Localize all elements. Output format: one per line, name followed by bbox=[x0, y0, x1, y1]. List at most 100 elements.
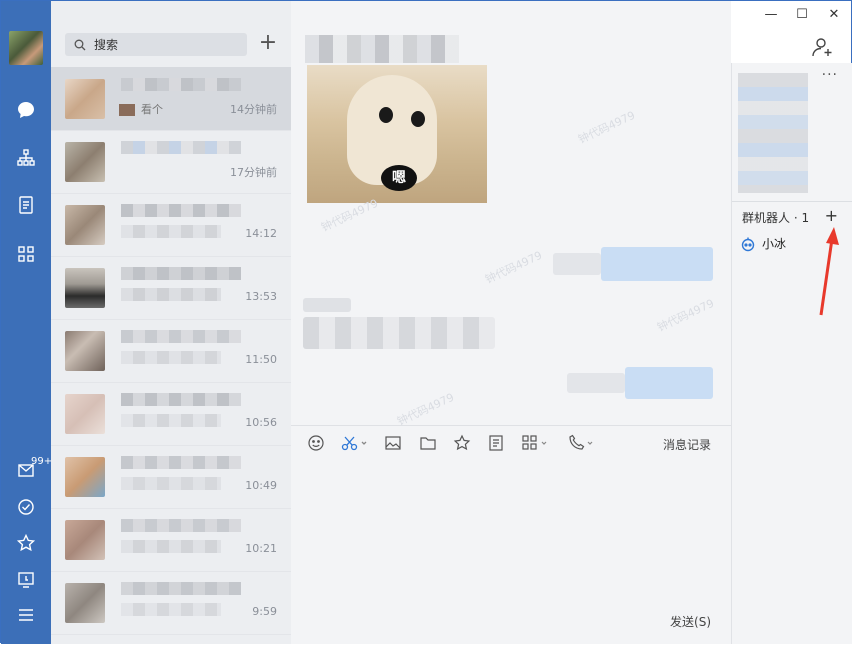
chat-preview-blurred bbox=[121, 288, 221, 301]
robot-name: 小冰 bbox=[762, 237, 787, 251]
chat-preview: 看个 bbox=[119, 101, 163, 117]
chat-list-item[interactable]: 17分钟前 bbox=[51, 130, 291, 194]
chat-name-blurred bbox=[121, 456, 241, 469]
chat-avatar bbox=[65, 457, 105, 497]
chat-name-blurred bbox=[121, 78, 241, 91]
meeting-screen-icon[interactable] bbox=[14, 568, 38, 592]
chat-avatar bbox=[65, 205, 105, 245]
chat-preview-blurred bbox=[121, 540, 221, 553]
chat-name-blurred bbox=[121, 330, 241, 343]
menu-icon[interactable] bbox=[14, 603, 38, 627]
add-robot-button[interactable]: + bbox=[825, 206, 838, 225]
chat-name-blurred bbox=[121, 267, 241, 280]
search-icon bbox=[74, 39, 86, 50]
chat-preview-blurred bbox=[121, 477, 221, 490]
chat-avatar bbox=[65, 331, 105, 371]
send-button[interactable]: 发送(S) bbox=[670, 613, 711, 630]
chat-main: 嗯 钟代码4979 钟代码4979 钟代码4979 钟代码4979 钟代码497… bbox=[291, 1, 731, 644]
annotation-arrow-icon bbox=[819, 227, 839, 316]
group-side-panel: ··· 群机器人 · 1 + 小冰 bbox=[731, 63, 852, 644]
chat-avatar bbox=[65, 79, 105, 119]
new-chat-button[interactable]: + bbox=[257, 32, 279, 55]
chat-time: 14分钟前 bbox=[230, 103, 277, 116]
chat-name-blurred bbox=[121, 141, 241, 154]
chat-time: 9:59 bbox=[252, 605, 277, 618]
chat-name-blurred bbox=[121, 519, 241, 532]
watermark: 钟代码4979 bbox=[483, 248, 545, 287]
chat-preview-blurred bbox=[121, 351, 221, 364]
maximize-button[interactable]: ☐ bbox=[792, 7, 812, 23]
chat-name-blurred bbox=[121, 393, 241, 406]
chat-time: 10:56 bbox=[245, 416, 277, 429]
search-placeholder: 搜索 bbox=[94, 38, 119, 52]
phone-call-icon[interactable] bbox=[567, 434, 599, 454]
add-member-icon[interactable] bbox=[811, 35, 835, 59]
dog-eye bbox=[379, 107, 393, 123]
favorite-star-icon[interactable] bbox=[453, 434, 473, 454]
chat-preview-blurred bbox=[121, 414, 221, 427]
chat-time: 11:50 bbox=[245, 353, 277, 366]
chat-preview-blurred bbox=[121, 225, 221, 238]
chat-list-item[interactable]: 11:50 bbox=[51, 319, 291, 383]
app-window: 99+ 搜索 + 看个 14分钟前 17分钟前 14:12 13:53 11:5… bbox=[0, 0, 852, 644]
dog-eye bbox=[411, 111, 425, 127]
mail-badge: 99+ bbox=[31, 456, 53, 467]
chat-time: 17分钟前 bbox=[230, 166, 277, 179]
messages-icon[interactable] bbox=[14, 98, 38, 122]
message-history-button[interactable]: 消息记录 bbox=[663, 436, 711, 453]
sent-message-bubble[interactable] bbox=[601, 247, 713, 281]
chat-avatar bbox=[65, 394, 105, 434]
search-input[interactable]: 搜索 bbox=[65, 33, 247, 56]
more-options-button[interactable]: ··· bbox=[822, 67, 838, 83]
image-caption: 嗯 bbox=[381, 165, 417, 191]
chat-list-item[interactable]: 13:53 bbox=[51, 256, 291, 320]
document-icon[interactable] bbox=[487, 434, 507, 454]
documents-icon[interactable] bbox=[14, 193, 38, 217]
chat-list-item[interactable]: 9:59 bbox=[51, 571, 291, 635]
image-message[interactable]: 嗯 bbox=[307, 65, 487, 203]
watermark: 钟代码4979 bbox=[655, 296, 717, 335]
favorites-star-icon[interactable] bbox=[14, 531, 38, 555]
chat-avatar bbox=[65, 583, 105, 623]
minimize-button[interactable]: — bbox=[761, 7, 781, 23]
chat-avatar bbox=[65, 520, 105, 560]
group-members-blurred bbox=[738, 73, 808, 193]
chat-avatar bbox=[65, 142, 105, 182]
conversation-list: 搜索 + 看个 14分钟前 17分钟前 14:12 13:53 11:50 10… bbox=[51, 1, 292, 644]
chat-list-item[interactable]: 10:56 bbox=[51, 382, 291, 446]
sender-name-blurred bbox=[303, 298, 351, 312]
chat-time: 10:21 bbox=[245, 542, 277, 555]
composer-toolbar: 消息记录 bbox=[291, 425, 731, 462]
image-icon[interactable] bbox=[384, 434, 404, 454]
chat-preview-blurred bbox=[121, 603, 221, 616]
close-button[interactable]: ✕ bbox=[824, 7, 844, 23]
watermark: 钟代码4979 bbox=[576, 108, 638, 147]
contacts-org-icon[interactable] bbox=[14, 146, 38, 170]
todo-check-icon[interactable] bbox=[14, 495, 38, 519]
sent-message-bubble[interactable] bbox=[625, 367, 713, 399]
user-avatar[interactable] bbox=[9, 31, 43, 65]
screenshot-scissors-icon[interactable] bbox=[341, 434, 373, 454]
chat-list-item[interactable]: 看个 14分钟前 bbox=[51, 67, 291, 131]
chat-name-blurred bbox=[121, 582, 241, 595]
robot-icon bbox=[741, 237, 755, 251]
chat-list-item[interactable]: 10:49 bbox=[51, 445, 291, 509]
robot-item-xiaobing[interactable]: 小冰 bbox=[740, 235, 786, 252]
received-message-bubble[interactable] bbox=[303, 317, 495, 349]
group-robots-label: 群机器人 · 1 bbox=[742, 211, 810, 225]
watermark: 钟代码4979 bbox=[395, 390, 457, 429]
sent-message-blurred bbox=[567, 373, 625, 393]
chat-list-item[interactable]: 14:12 bbox=[51, 193, 291, 257]
emoji-icon[interactable] bbox=[307, 434, 327, 454]
folder-icon[interactable] bbox=[419, 434, 439, 454]
side-divider bbox=[732, 201, 852, 202]
chat-avatar bbox=[65, 268, 105, 308]
chat-time: 14:12 bbox=[245, 227, 277, 240]
chat-list-item[interactable]: 10:21 bbox=[51, 508, 291, 572]
more-apps-icon[interactable] bbox=[521, 434, 553, 454]
chat-time: 10:49 bbox=[245, 479, 277, 492]
chat-title-blurred bbox=[305, 35, 459, 63]
apps-grid-icon[interactable] bbox=[14, 242, 38, 266]
sent-message-blurred bbox=[553, 253, 601, 275]
nav-rail: 99+ bbox=[1, 1, 53, 644]
